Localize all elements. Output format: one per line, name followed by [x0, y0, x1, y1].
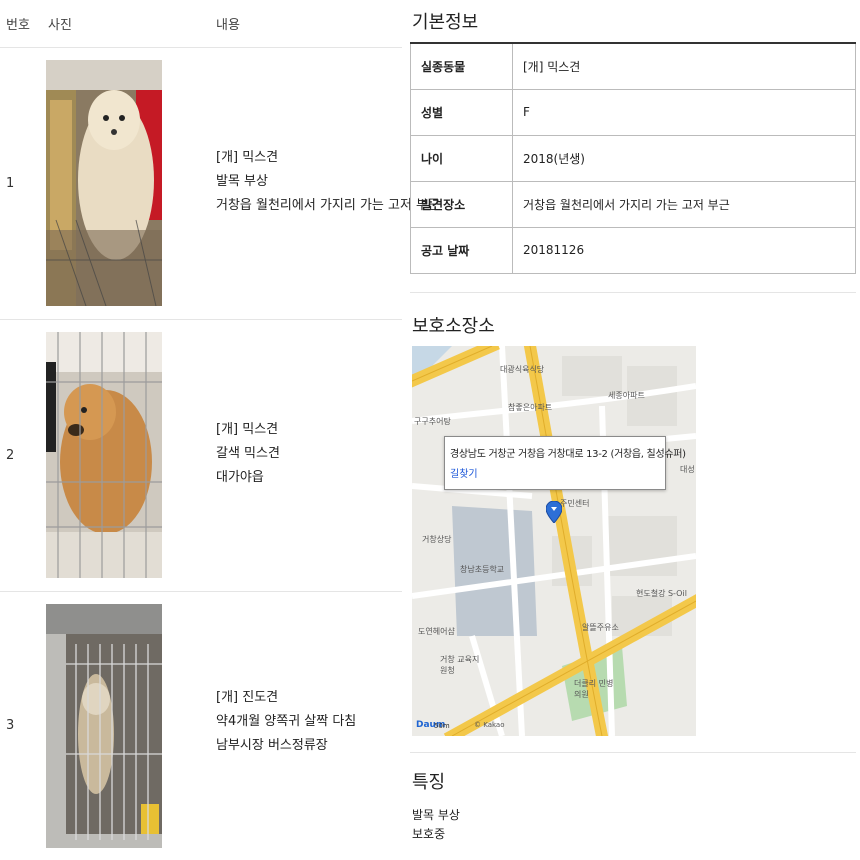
- map-label: 대성: [680, 465, 695, 474]
- info-key: 발견장소: [410, 181, 513, 228]
- desc-line: 남부시장 버스정류장: [216, 738, 328, 753]
- map-scale: 50m: [434, 722, 450, 730]
- section-divider: [410, 752, 856, 753]
- map-label: 세종아파트: [608, 391, 645, 400]
- map-label: 거창 교육지원청: [440, 655, 480, 675]
- section-divider: [410, 292, 856, 293]
- feature-title: 특징: [412, 772, 446, 793]
- feature-line: 발목 부상: [412, 808, 460, 822]
- map-label: 구구추어탕: [414, 417, 451, 426]
- basic-info-table: 실종동물 [개] 믹스견 성별 F 나이 2018(년생) 발견장소 거창읍 월…: [410, 42, 856, 274]
- map-label: 알뜰주유소: [582, 623, 619, 632]
- basic-info-title: 기본정보: [412, 12, 479, 33]
- info-value: 거창읍 월천리에서 가지리 가는 고저 부근: [512, 181, 856, 228]
- popup-address: 경상남도 거창군 거창읍 거창대로 13-2 (거창읍, 칠성슈퍼): [450, 449, 686, 460]
- desc-line: 대가야읍: [216, 470, 264, 485]
- row-number: 3: [6, 718, 15, 733]
- shelter-map[interactable]: 대광식육식당 참좋은아파트 세종아파트 구구추어탕 주민센터 대성 거창상당 창…: [412, 346, 696, 736]
- route-link[interactable]: 길찾기: [450, 465, 659, 480]
- info-key: 실종동물: [410, 43, 513, 90]
- info-value: 2018(년생): [512, 135, 856, 182]
- info-row: 실종동물 [개] 믹스견: [410, 43, 856, 90]
- info-value: [개] 믹스견: [512, 43, 856, 90]
- feature-line: 보호중: [412, 827, 446, 841]
- animal-photo[interactable]: [46, 604, 162, 848]
- desc-line: 갈색 믹스견: [216, 446, 280, 461]
- row-number: 2: [6, 448, 15, 463]
- map-label: 참좋은아파트: [508, 403, 553, 412]
- desc-line: 거창읍 월천리에서 가지리 가는 고저 부근: [216, 198, 440, 213]
- map-label: 도연헤어샵: [418, 627, 455, 636]
- desc-line: [개] 믹스견: [216, 422, 279, 437]
- map-label: 거창상당: [422, 535, 452, 544]
- info-row: 공고 날짜 20181126: [410, 227, 856, 274]
- info-row: 나이 2018(년생): [410, 135, 856, 182]
- row-description: [개] 진도견 약4개월 양쪽귀 살짝 다침 남부시장 버스정류장: [216, 686, 356, 758]
- info-value: 20181126: [512, 227, 856, 274]
- list-item[interactable]: 2 [개] 믹스견 갈색 믹스견 대가야읍: [0, 320, 402, 592]
- info-key: 성별: [410, 89, 513, 136]
- info-row: 발견장소 거창읍 월천리에서 가지리 가는 고저 부근: [410, 181, 856, 228]
- map-label: 창남초등학교: [460, 565, 505, 574]
- list-header: 번호 사진 내용: [0, 0, 402, 48]
- info-key: 나이: [410, 135, 513, 182]
- kakao-copyright: © Kakao: [474, 721, 505, 729]
- animal-photo[interactable]: [46, 332, 162, 578]
- map-label: 대광식육식당: [500, 365, 545, 374]
- row-number: 1: [6, 176, 15, 191]
- shelter-title: 보호소장소: [412, 316, 495, 337]
- info-value: F: [512, 89, 856, 136]
- location-pin-icon[interactable]: [546, 501, 562, 523]
- desc-line: [개] 믹스견: [216, 150, 279, 165]
- map-label: 주민센터: [560, 499, 590, 508]
- map-label: 현도철강 S-Oil: [636, 589, 687, 598]
- list-item[interactable]: 1 [개] 믹스견 발목 부상 거창읍 월천리에서 가지리 가는 고저 부근: [0, 48, 440, 320]
- map-label: 더클리 민병의원: [574, 679, 614, 699]
- header-number: 번호: [6, 18, 30, 33]
- info-row: 성별 F: [410, 89, 856, 136]
- info-key: 공고 날짜: [410, 227, 513, 274]
- desc-line: 발목 부상: [216, 174, 268, 189]
- map-info-popup: 경상남도 거창군 거창읍 거창대로 13-2 (거창읍, 칠성슈퍼) 길찾기: [444, 436, 686, 490]
- row-description: [개] 믹스견 갈색 믹스견 대가야읍: [216, 418, 280, 490]
- list-item[interactable]: 3 [개] 진도견 약4개월 양쪽귀 살짝 다침 남부시장 버스정류장: [0, 592, 402, 860]
- animal-list: 번호 사진 내용 1 [개] 믹스견 발목 부상 거창읍 월천리에서 가지리 가…: [0, 0, 440, 860]
- header-photo: 사진: [48, 18, 72, 33]
- desc-line: [개] 진도견: [216, 690, 279, 705]
- row-description: [개] 믹스견 발목 부상 거창읍 월천리에서 가지리 가는 고저 부근: [216, 146, 440, 218]
- feature-text: 발목 부상 보호중: [412, 806, 460, 844]
- animal-photo[interactable]: [46, 60, 162, 306]
- header-content: 내용: [216, 18, 240, 33]
- desc-line: 약4개월 양쪽귀 살짝 다침: [216, 714, 357, 729]
